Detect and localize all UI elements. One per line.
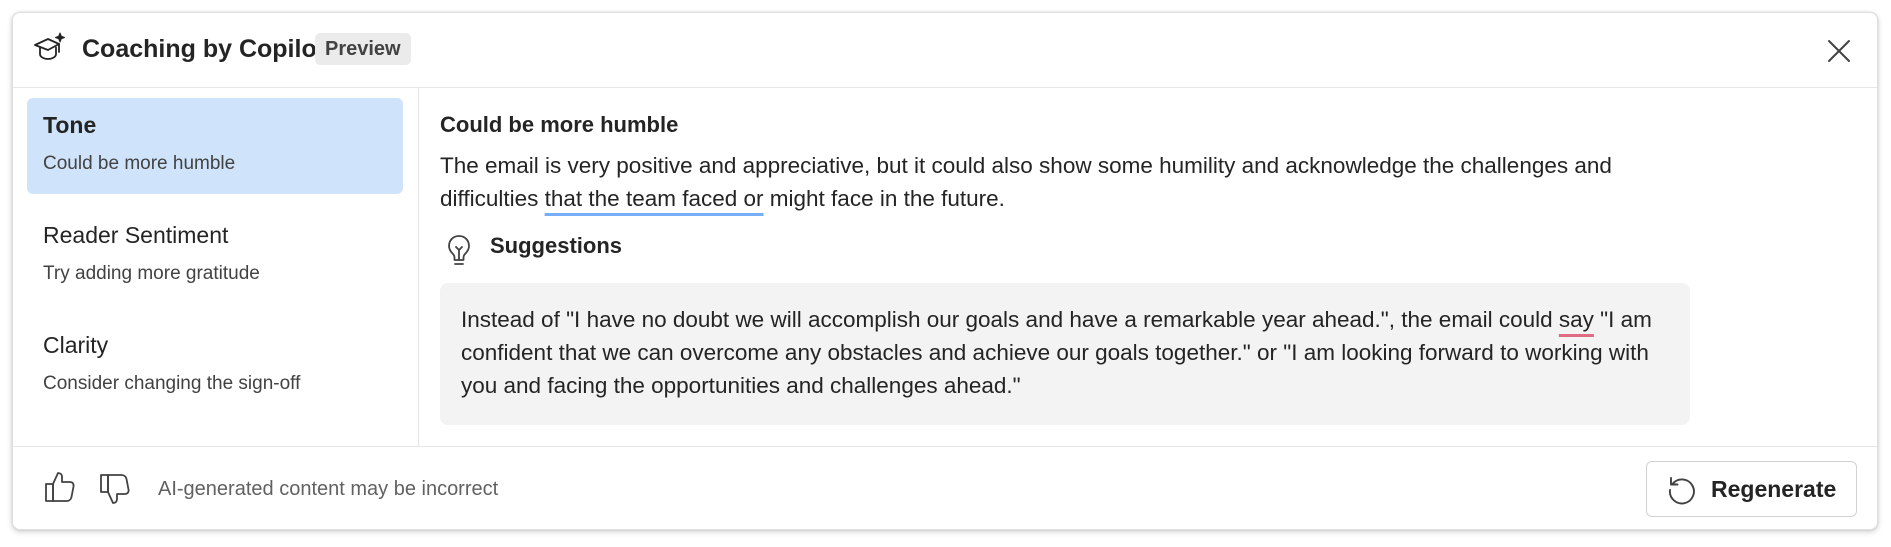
feedback-description: The email is very positive and appreciat… bbox=[440, 149, 1715, 215]
coaching-cap-sparkle-icon bbox=[33, 31, 67, 65]
lightbulb-icon bbox=[446, 234, 472, 268]
description-text-end: might face in the future. bbox=[763, 186, 1005, 211]
thumbs-up-button[interactable] bbox=[42, 469, 78, 505]
sidebar-item-tone[interactable]: Tone Could be more humble bbox=[27, 98, 403, 194]
panel-title: Coaching by Copilot bbox=[82, 35, 326, 63]
feedback-heading: Could be more humble bbox=[440, 112, 679, 137]
sidebar-item-title: Clarity bbox=[43, 332, 109, 358]
ai-disclaimer: AI-generated content may be incorrect bbox=[158, 478, 499, 500]
panel-header: Coaching by Copilot Preview bbox=[13, 13, 1877, 88]
panel-footer: AI-generated content may be incorrect Re… bbox=[13, 446, 1877, 531]
flagged-word[interactable]: say bbox=[1559, 307, 1594, 332]
suggestions-label: Suggestions bbox=[490, 233, 623, 258]
thumbs-down-icon bbox=[100, 474, 130, 504]
regenerate-icon bbox=[1667, 475, 1697, 505]
feedback-content: Could be more humble The email is very p… bbox=[440, 88, 1860, 446]
sidebar-item-title: Reader Sentiment bbox=[43, 222, 229, 248]
coaching-panel: Coaching by Copilot Preview Tone Could b… bbox=[12, 12, 1878, 530]
category-sidebar: Tone Could be more humble Reader Sentime… bbox=[13, 88, 419, 446]
close-button[interactable] bbox=[1823, 35, 1855, 67]
sidebar-item-subtitle: Try adding more gratitude bbox=[43, 263, 260, 284]
sidebar-item-subtitle: Consider changing the sign-off bbox=[43, 373, 301, 394]
sidebar-item-subtitle: Could be more humble bbox=[43, 153, 236, 174]
thumbs-up-icon bbox=[45, 472, 75, 502]
sidebar-item-title: Tone bbox=[43, 112, 97, 138]
sidebar-item-clarity[interactable]: Clarity Consider changing the sign-off bbox=[27, 318, 403, 414]
sidebar-item-reader-sentiment[interactable]: Reader Sentiment Try adding more gratitu… bbox=[27, 208, 403, 304]
thumbs-down-button[interactable] bbox=[97, 471, 133, 507]
close-icon bbox=[1828, 40, 1850, 62]
preview-badge: Preview bbox=[315, 33, 411, 65]
regenerate-button[interactable]: Regenerate bbox=[1646, 461, 1857, 517]
regenerate-label: Regenerate bbox=[1711, 476, 1837, 502]
suggestion-box: Instead of "I have no doubt we will acco… bbox=[440, 283, 1690, 425]
suggestion-text: Instead of "I have no doubt we will acco… bbox=[461, 307, 1559, 332]
highlighted-phrase[interactable]: that the team faced or bbox=[545, 186, 764, 211]
